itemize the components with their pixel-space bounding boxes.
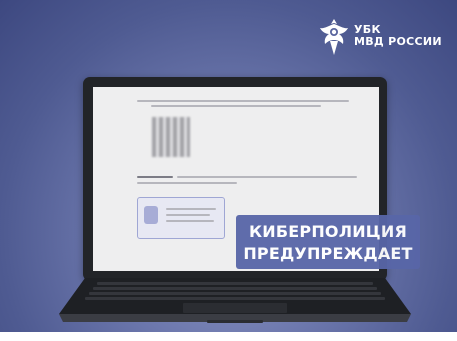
stamp-emblem-icon [144, 206, 158, 224]
laptop [0, 0, 457, 332]
document-text-line [151, 105, 321, 107]
stamp-text-line [166, 214, 210, 216]
warning-banner: КИБЕРПОЛИЦИЯ ПРЕДУПРЕЖДАЕТ [236, 215, 420, 269]
document-text-line [137, 100, 349, 102]
document-text-line [137, 182, 237, 184]
document-text-line [177, 176, 357, 178]
document-stamp [137, 197, 225, 239]
stamp-text-line [166, 208, 216, 210]
document-text-line [137, 176, 173, 178]
laptop-keyboard-base [59, 278, 411, 323]
blurred-qr-code [152, 117, 190, 157]
stamp-text-line [166, 220, 214, 222]
touchpad [183, 303, 287, 313]
photo-background: УБК МВД РОССИИ КИБЕРПОЛИЦИЯ ПРЕДУПРЕЖДАЕ… [0, 0, 457, 332]
banner-line-2: ПРЕДУПРЕЖДАЕТ [243, 244, 413, 263]
banner-line-1: КИБЕРПОЛИЦИЯ [249, 222, 407, 241]
